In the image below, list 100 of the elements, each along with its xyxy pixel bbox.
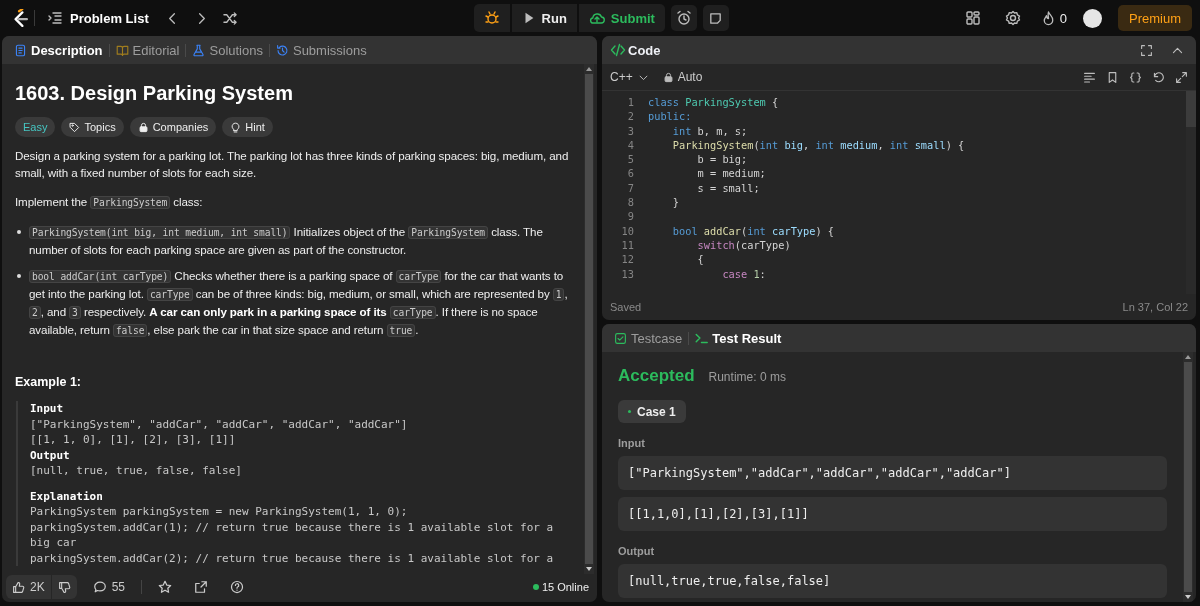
bullet-dot — [17, 274, 21, 278]
line-number: 9 — [626, 209, 635, 224]
line-number: 7 — [626, 180, 635, 196]
code-icon — [610, 42, 626, 58]
panel-tab[interactable]: Test Result — [691, 328, 786, 348]
streak-counter[interactable]: 0 — [1040, 10, 1067, 26]
verdict-text: Accepted — [618, 366, 695, 386]
tag-icon — [69, 121, 81, 133]
bookmark-icon — [1106, 70, 1119, 84]
line-number: 8 — [626, 195, 635, 210]
reset-button[interactable] — [1152, 70, 1165, 84]
help-icon — [230, 580, 245, 594]
problem-list-link[interactable]: Problem List — [41, 6, 155, 30]
panel-tab[interactable]: Editorial — [111, 40, 184, 60]
notes-button[interactable] — [702, 5, 729, 31]
code-line: ParkingSystem(int big, int medium, int small) { — [671, 137, 965, 153]
code-line: case 1: — [721, 266, 766, 281]
layout-icon — [964, 10, 981, 26]
runtime-text: Runtime: 0 ms — [708, 370, 786, 384]
align-left-icon — [1083, 70, 1096, 84]
line-number: 11 — [620, 237, 635, 253]
avatar[interactable] — [1083, 8, 1102, 28]
thumbs-up-icon — [12, 580, 25, 594]
scrollbar[interactable] — [584, 64, 594, 574]
online-dot — [532, 584, 539, 590]
value-box: [[1,1,0],[1],[2],[3],[1]] — [618, 497, 1167, 531]
bug-icon — [483, 10, 500, 26]
example-text: [null, true, true, false, false] — [30, 463, 243, 479]
value-box: ["ParkingSystem","addCar","addCar","addCar","addCar"] — [618, 456, 1167, 490]
example-text: ParkingSystem parkingSystem = new ParkingSystem(1, 1, 0); — [30, 504, 409, 520]
book-icon — [115, 43, 129, 57]
expand-button[interactable] — [1175, 70, 1188, 84]
cloud-upload-icon — [588, 10, 605, 26]
case-tab[interactable]: Case 1 — [618, 400, 686, 423]
bullet-dot — [17, 230, 21, 234]
line-number: 3 — [626, 123, 635, 138]
example-label: Input — [30, 401, 65, 417]
line-number: 2 — [626, 109, 635, 124]
line-number: 1 — [626, 95, 635, 110]
comments-button[interactable]: 55 — [86, 580, 132, 594]
code-line: int b, m, s; — [671, 123, 748, 138]
panel-tab[interactable]: Description — [10, 40, 107, 60]
description-paragraph: Implement the ParkingSystem class: — [15, 194, 204, 211]
companies-tag[interactable]: Companies — [129, 117, 217, 137]
example-text: [[1, 1, 0], [1], [2], [3], [1]] — [30, 432, 237, 448]
scrollbar[interactable] — [1186, 91, 1196, 294]
checkbox-icon — [614, 331, 627, 345]
scrollbar[interactable] — [1183, 352, 1193, 602]
format-button[interactable] — [1083, 70, 1096, 84]
panel-title: Code — [628, 42, 661, 58]
premium-button[interactable]: Premium — [1118, 5, 1192, 31]
external-link-icon — [194, 580, 209, 594]
bullet-text: ParkingSystem(int big, int medium, int small) Initializes object of the ParkingSystem class. The number of slots for each parking space are given as part of the constructor. — [29, 224, 544, 258]
panel-tab[interactable]: Solutions — [188, 40, 267, 60]
example-label: Explanation — [30, 488, 104, 504]
terminal-icon — [695, 331, 709, 345]
topics-tag[interactable]: Topics — [61, 117, 124, 137]
alarm-clock-icon — [675, 10, 692, 26]
problem-title: 1603. Design Parking System — [15, 82, 294, 105]
hint-tag[interactable]: Hint — [222, 117, 273, 137]
code-line: m = medium; — [696, 166, 766, 181]
bookmark-button[interactable] — [1106, 70, 1119, 84]
code-line: s = small; — [696, 180, 760, 196]
language-dropdown[interactable]: C++ — [610, 70, 649, 84]
code-line: public: — [648, 109, 692, 124]
lock-icon — [137, 121, 149, 133]
expand-icon — [1175, 70, 1188, 84]
panel-tab[interactable]: Submissions — [271, 40, 371, 60]
lightbulb-icon — [230, 121, 242, 133]
braces-icon — [1129, 70, 1142, 84]
shuffle-icon — [222, 10, 238, 26]
panel-tab[interactable]: Testcase — [610, 328, 687, 348]
submit-button[interactable]: Submit — [578, 4, 665, 32]
value-box: [null,true,true,false,false] — [618, 564, 1167, 598]
field-label: Input — [618, 437, 646, 449]
save-status: Saved — [610, 301, 642, 313]
undo-icon — [1152, 70, 1165, 84]
line-number: 6 — [626, 166, 635, 181]
line-number: 10 — [620, 223, 635, 238]
line-number: 5 — [626, 152, 635, 167]
code-line: { — [696, 252, 704, 267]
autosave-mode: Auto — [677, 70, 703, 84]
list-icon — [47, 10, 63, 26]
code-line: switch(carType) — [696, 237, 791, 253]
flask-icon — [192, 43, 206, 57]
note-icon — [708, 10, 724, 26]
field-label: Output — [618, 545, 656, 557]
line-number: 12 — [620, 252, 635, 267]
debug-button[interactable] — [473, 4, 510, 32]
example-text: parkingSystem.addCar(2); // return true because there is 1 available slot for a — [30, 550, 555, 566]
code-line: class ParkingSystem { — [648, 95, 779, 110]
braces-button[interactable] — [1129, 70, 1142, 84]
run-button[interactable]: Run — [511, 4, 577, 32]
example-label: Output — [30, 447, 71, 463]
star-icon — [158, 580, 173, 594]
lock-icon — [662, 71, 674, 83]
comment-icon — [92, 580, 107, 594]
line-number: 4 — [626, 137, 635, 153]
difficulty-tag[interactable]: Easy — [15, 117, 56, 137]
timer-button[interactable] — [670, 5, 697, 31]
